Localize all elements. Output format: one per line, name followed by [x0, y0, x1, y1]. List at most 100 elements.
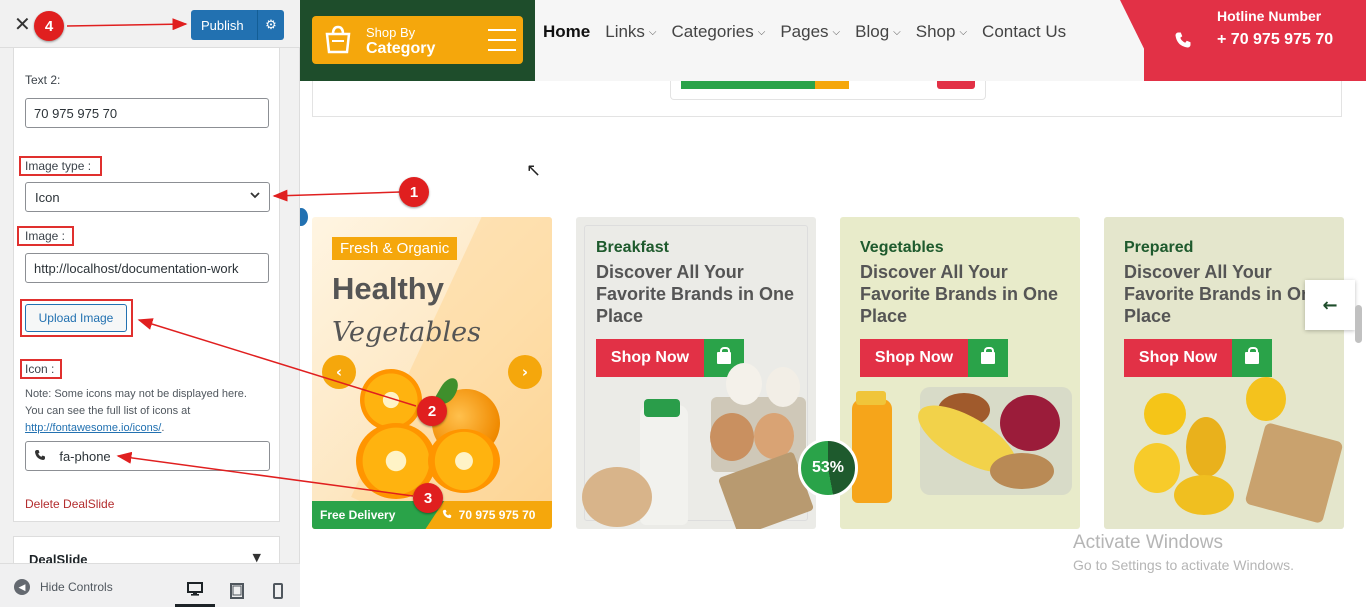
close-icon[interactable]: ✕ [14, 12, 31, 36]
promo-card-prepared: Prepared Discover All Your Favorite Bran… [1104, 217, 1344, 529]
egg [766, 367, 800, 407]
promo-card-vegetables: Vegetables Discover All Your Favorite Br… [840, 217, 1080, 529]
fontawesome-link[interactable]: http://fontawesome.io/icons/ [25, 422, 161, 434]
egg [726, 363, 762, 405]
hero-slide-card: Fresh & Organic Healthy Vegetables ‹ › F… [312, 217, 552, 529]
nav-links-label: Links [605, 22, 645, 41]
pear [1186, 417, 1226, 477]
hotline-block: Hotline Number + 70 975 975 70 [1144, 0, 1366, 81]
highlight-image [17, 226, 74, 246]
nav-categories[interactable]: Categories ⌵ [672, 22, 766, 42]
pear [1174, 475, 1234, 515]
publish-label: Publish [201, 17, 244, 33]
slide-next-button[interactable]: › [508, 355, 542, 389]
nav-home[interactable]: Home [543, 22, 590, 42]
nav-pages-label: Pages [780, 22, 829, 41]
slide-prev-button[interactable]: ‹ [322, 355, 356, 389]
desktop-icon [187, 582, 203, 596]
bottle-cap [856, 391, 886, 405]
scrollbar[interactable] [1355, 305, 1362, 343]
shop-now-button[interactable]: Shop Now [596, 339, 744, 377]
nav-blog-label: Blog [855, 22, 890, 41]
text2-label: Text 2: [25, 73, 61, 87]
free-delivery-label: Free Delivery [320, 508, 396, 522]
image-type-value: Icon [35, 190, 60, 205]
nav-links[interactable]: Links ⌵ [605, 22, 656, 42]
annotation-badge-4: 4 [34, 11, 64, 41]
tablet-preview-button[interactable] [217, 574, 257, 607]
nav-shop[interactable]: Shop ⌵ [916, 22, 967, 42]
hotline-number: + 70 975 975 70 [1217, 31, 1334, 48]
image-url-input[interactable]: http://localhost/documentation-work [25, 253, 269, 283]
dealslide-section: Text 2: 70 975 975 70 Image type : Icon … [13, 48, 280, 522]
berries [1000, 395, 1060, 451]
back-button[interactable]: ← [1305, 280, 1355, 330]
lemon [1144, 393, 1186, 435]
publish-button[interactable]: Publish ⚙ [191, 10, 284, 40]
juice-bottle [852, 399, 892, 503]
edit-shortcut-icon[interactable] [300, 206, 310, 228]
hide-controls-button[interactable]: ◀ Hide Controls [14, 579, 113, 595]
card-headline: Discover All Your Favorite Brands in One… [1124, 262, 1323, 326]
bottle-cap [644, 399, 680, 417]
chevron-down-icon: ⌵ [832, 26, 841, 38]
chevron-down-icon: ⌵ [757, 26, 766, 38]
annotation-badge-3: 3 [413, 483, 443, 513]
card-category: Vegetables [860, 239, 944, 256]
desktop-preview-button[interactable] [175, 574, 215, 607]
shop-now-button[interactable]: Shop Now [860, 339, 1008, 377]
nav-categories-label: Categories [671, 22, 754, 41]
shop-by-label: Shop By [366, 25, 416, 40]
watermark-subtitle: Go to Settings to activate Windows. [1073, 557, 1294, 573]
arrow-left-icon: ← [1322, 294, 1338, 316]
icon-input[interactable]: fa-phone [25, 441, 270, 471]
nav-blog[interactable]: Blog ⌵ [855, 22, 901, 42]
shop-now-label: Shop Now [860, 339, 968, 377]
highlight-upload [20, 299, 133, 337]
annotation-badge-1: 1 [399, 177, 429, 207]
annotation-badge-2: 2 [417, 396, 447, 426]
customizer-footer: ◀ Hide Controls [0, 563, 300, 607]
lemon [1134, 443, 1180, 493]
nav-contact[interactable]: Contact Us [982, 22, 1066, 42]
card-headline: Discover All Your Favorite Brands in One… [860, 262, 1059, 326]
paper-bag [1244, 422, 1344, 524]
green-bar [681, 81, 815, 89]
site-preview: Shop By Category Home Links ⌵ Categories ⌵… [300, 0, 1366, 607]
pepper [1246, 377, 1286, 421]
mobile-icon [273, 583, 283, 599]
delete-dealslide-link[interactable]: Delete DealSlide [25, 497, 114, 511]
egg [710, 413, 754, 461]
menu-icon [488, 29, 516, 59]
collapse-icon: ◀ [14, 579, 30, 595]
chevron-down-icon: ⌵ [893, 26, 901, 38]
nuts [990, 453, 1054, 489]
nav-pages[interactable]: Pages ⌵ [780, 22, 840, 42]
chevron-left-icon: ‹ [335, 363, 343, 381]
tablet-icon [230, 583, 244, 599]
note-line-1: Note: Some icons may not be displayed he… [25, 388, 247, 400]
nav-home-label: Home [543, 22, 591, 41]
text2-input[interactable]: 70 975 975 70 [25, 98, 269, 128]
hero-title: Healthy [332, 271, 444, 306]
chevron-down-icon: ⌵ [959, 26, 968, 38]
gear-icon[interactable]: ⚙ [257, 10, 284, 40]
orange-bar [815, 81, 849, 89]
shopping-bag-icon [968, 339, 1008, 377]
fresh-organic-tag: Fresh & Organic [332, 237, 458, 260]
shop-now-button[interactable]: Shop Now [1124, 339, 1272, 377]
category-label: Category [366, 40, 436, 57]
watermark-title: Activate Windows [1073, 532, 1223, 553]
icon-value: fa-phone [59, 449, 111, 464]
card-headline: Discover All Your Favorite Brands in One… [596, 262, 795, 326]
shopping-bag-icon [325, 25, 351, 54]
hero-script-title: Vegetables [332, 317, 481, 348]
note-end: . [161, 422, 165, 434]
shop-by-category-button[interactable]: Shop By Category [312, 16, 523, 64]
chevron-right-icon: › [521, 363, 529, 381]
note-line-2: You can see the full list of icons at [25, 405, 191, 417]
dealslide-collapsed[interactable]: DealSlide ▼ [13, 536, 280, 567]
card-category: Prepared [1124, 239, 1194, 256]
image-type-select[interactable]: Icon [25, 182, 270, 212]
mobile-preview-button[interactable] [258, 574, 298, 607]
